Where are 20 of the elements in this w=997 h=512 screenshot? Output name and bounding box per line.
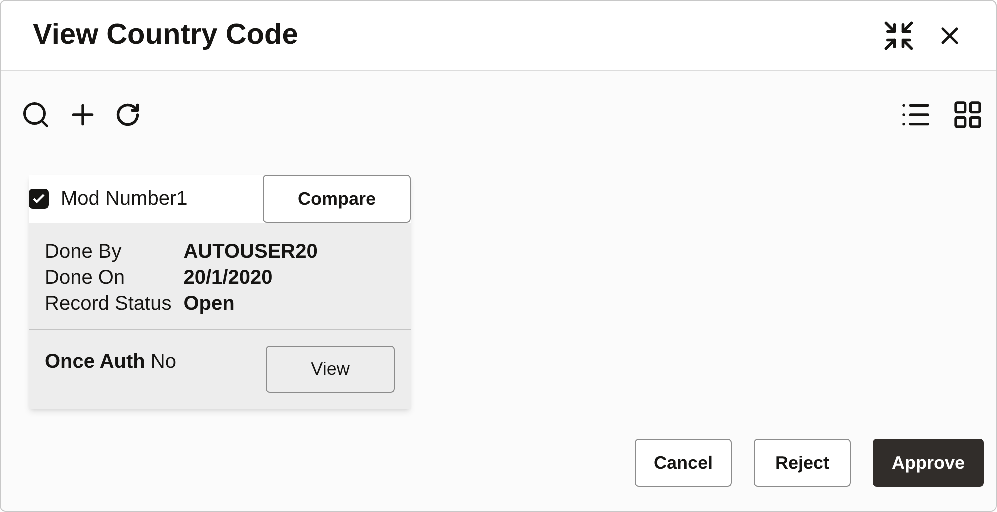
field-value: AUTOUSER20 [184, 240, 319, 265]
checkbox[interactable] [29, 189, 49, 209]
window-title: View Country Code [33, 18, 298, 53]
checkbox-label: Mod Number1 [61, 187, 188, 212]
footer-button[interactable]: Cancel [635, 439, 732, 487]
once-auth-text: Once Auth No [45, 350, 176, 375]
approve-button[interactable]: Approve [873, 439, 984, 487]
search-icon[interactable] [21, 100, 51, 130]
field-label: Record Status [45, 292, 172, 317]
view-button[interactable]: View [266, 346, 395, 393]
refresh-icon[interactable] [115, 102, 141, 128]
collapse-icon[interactable] [882, 18, 916, 52]
field-value: 20/1/2020 [184, 266, 274, 291]
field-label: Done On [45, 266, 126, 291]
field-label: Done By [45, 240, 123, 265]
compare-button[interactable]: Compare [263, 175, 411, 223]
footer-button[interactable]: Reject [754, 439, 851, 487]
grid-view-icon[interactable] [952, 99, 984, 131]
field-value: Open [184, 292, 236, 317]
check-icon [32, 192, 46, 206]
